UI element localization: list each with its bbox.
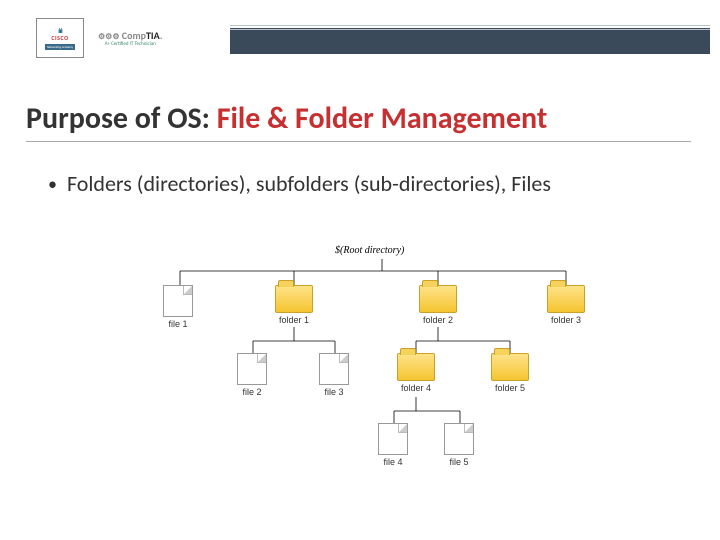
node-file5: file 5 [444,423,474,467]
node-folder5: folder 5 [491,353,529,393]
node-label: folder 2 [419,315,457,325]
node-folder1: folder 1 [275,285,313,325]
folder-icon [491,353,529,381]
file-icon [163,285,193,317]
node-label: file 4 [378,457,408,467]
node-label: folder 5 [491,383,529,393]
tree-connectors [0,245,720,505]
node-file1: file 1 [163,285,193,329]
cisco-subtitle: Networking Academy [45,44,75,50]
slide-header: ılıılı CISCO Networking Academy ⚙⚙⚙ Comp… [0,0,720,60]
file-icon [319,353,349,385]
node-file2: file 2 [237,353,267,397]
node-label: folder 4 [397,383,435,393]
file-icon [378,423,408,455]
cisco-wordmark: CISCO [51,34,68,42]
folder-tree-diagram: $(Root directory) file 1 folder 1 folder… [0,245,720,505]
logo-row: ılıılı CISCO Networking Academy ⚙⚙⚙ Comp… [36,18,162,58]
comptia-subtitle: A+ Certified IT Technician [105,42,156,48]
node-file4: file 4 [378,423,408,467]
folder-icon [419,285,457,313]
bullet-marker: • [48,170,57,198]
bullet-text: Folders (directories), subfolders (sub-d… [67,170,551,198]
folder-icon [275,285,313,313]
folder-icon [547,285,585,313]
comptia-suffix: TIA [146,29,160,42]
title-plain: Purpose of OS: [26,100,217,137]
file-icon [237,353,267,385]
node-label: file 3 [319,387,349,397]
folder-icon [397,353,435,381]
node-file3: file 3 [319,353,349,397]
node-folder3: folder 3 [547,285,585,325]
header-divider [230,28,710,54]
node-label: file 1 [163,319,193,329]
comptia-prefix: Comp [122,29,146,42]
node-folder4: folder 4 [397,353,435,393]
comptia-logo: ⚙⚙⚙ CompTIA. A+ Certified IT Technician [98,29,162,48]
cisco-logo: ılıılı CISCO Networking Academy [36,18,84,58]
file-icon [444,423,474,455]
cisco-bars-icon: ılıılı [58,27,62,34]
comptia-wordmark: ⚙⚙⚙ CompTIA. [98,29,162,42]
node-label: file 5 [444,457,474,467]
slide-title: Purpose of OS: File & Folder Management [26,100,691,142]
node-folder2: folder 2 [419,285,457,325]
bullet-item: • Folders (directories), subfolders (sub… [48,170,648,198]
node-label: file 2 [237,387,267,397]
title-accent: File & Folder Management [217,100,548,137]
node-label: folder 1 [275,315,313,325]
comptia-dot: . [160,29,163,42]
node-label: folder 3 [547,315,585,325]
